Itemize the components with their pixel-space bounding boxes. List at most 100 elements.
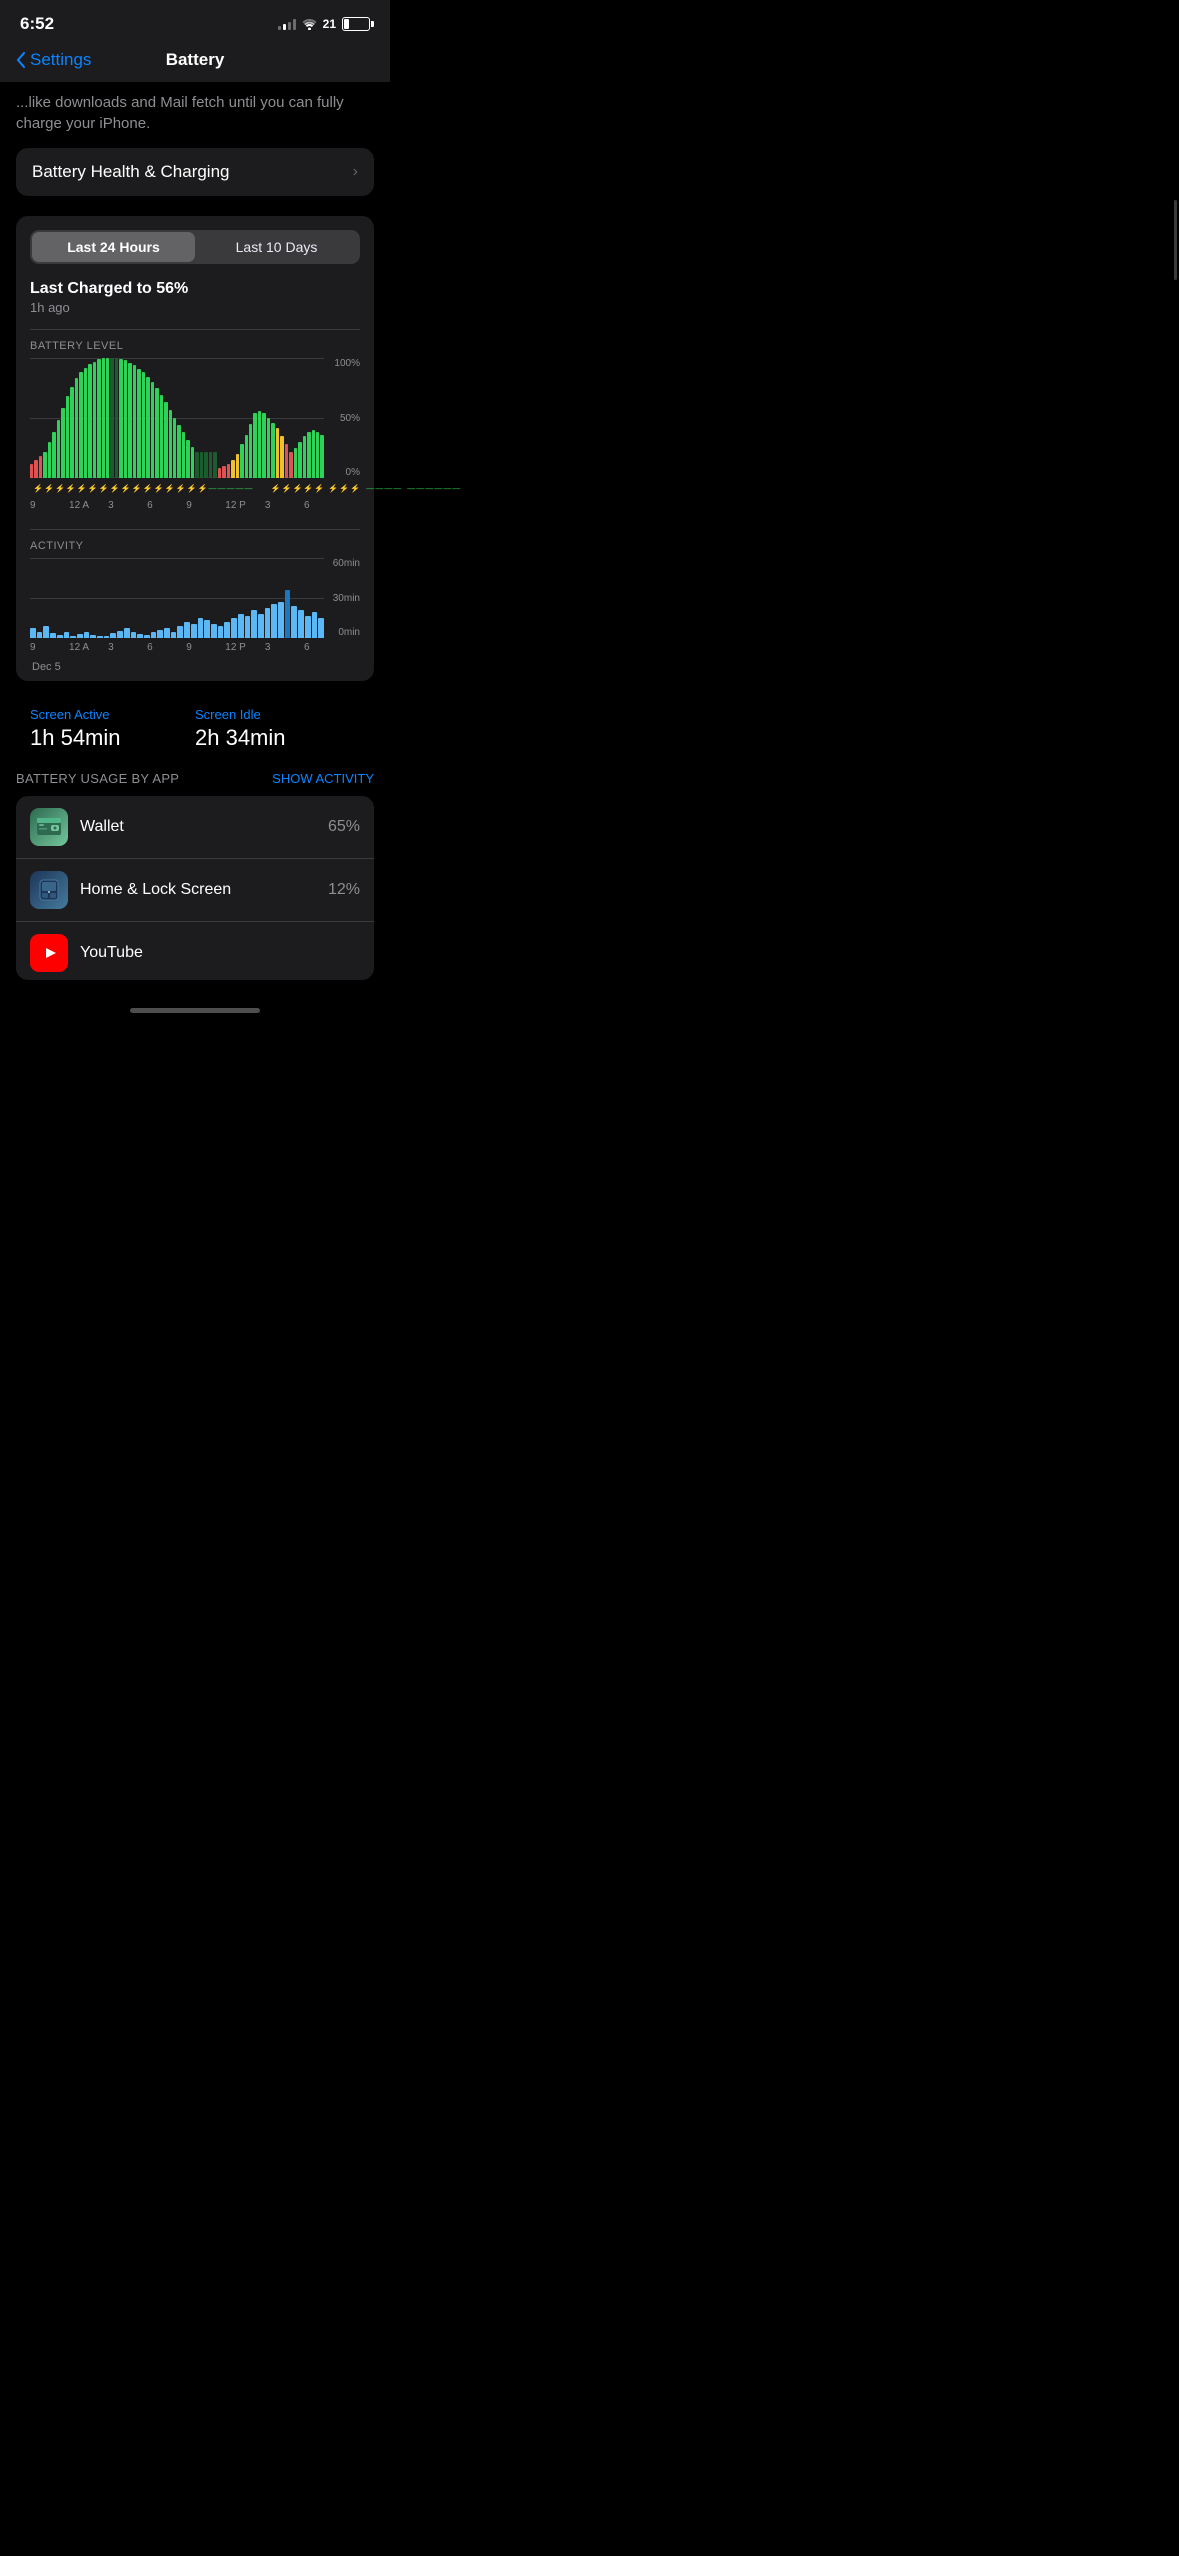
battery-bar	[70, 387, 73, 478]
activity-bar	[251, 610, 257, 638]
battery-bar	[146, 377, 149, 478]
battery-x-axis: 9 12 A 3 6 9 12 P 3 6	[30, 500, 360, 519]
battery-bar	[316, 432, 319, 478]
battery-bar	[182, 432, 185, 478]
activity-bar	[218, 626, 224, 638]
activity-bar	[278, 602, 284, 638]
battery-bar	[267, 418, 270, 478]
activity-bar	[198, 618, 204, 638]
battery-bar	[34, 460, 37, 478]
charging-seg: ⚡	[44, 484, 54, 493]
battery-health-row[interactable]: Battery Health & Charging ›	[16, 148, 374, 196]
charging-seg: —	[416, 484, 424, 493]
battery-bar	[218, 468, 221, 478]
home-indicator	[0, 1000, 390, 1017]
battery-bar	[303, 436, 306, 478]
charging-seg: —	[366, 484, 374, 493]
screen-idle-value: 2h 34min	[195, 725, 360, 751]
homescreen-pct: 12%	[328, 881, 360, 899]
x-label-0: 9	[30, 500, 50, 511]
activity-bar	[43, 626, 49, 638]
homescreen-name: Home & Lock Screen	[80, 881, 316, 899]
activity-bar	[64, 632, 70, 638]
charging-seg: ⚡	[328, 484, 338, 493]
activity-bar	[258, 614, 264, 638]
charging-seg: ⚡	[132, 484, 142, 493]
battery-bar	[222, 466, 225, 478]
battery-bar	[285, 444, 288, 478]
app-row-homescreen[interactable]: Home & Lock Screen 12%	[16, 859, 374, 922]
activity-bar	[318, 618, 324, 638]
battery-bar	[66, 396, 69, 478]
battery-bar	[93, 362, 96, 478]
battery-bar	[231, 460, 234, 478]
activity-bar	[157, 630, 163, 638]
battery-bar	[294, 448, 297, 478]
charging-seg: —	[443, 484, 451, 493]
charging-seg: —	[236, 484, 244, 493]
x-label-1: 12 A	[69, 500, 89, 511]
activity-bar	[57, 635, 63, 638]
battery-text: 21	[323, 17, 336, 31]
tab-last-10-days[interactable]: Last 10 Days	[195, 232, 358, 262]
charging-seg: ⚡	[88, 484, 98, 493]
activity-bar	[104, 636, 110, 638]
activity-bar	[265, 608, 271, 638]
battery-bar	[280, 436, 283, 478]
status-time: 6:52	[20, 14, 54, 34]
activity-bar	[131, 632, 137, 638]
battery-level-label: BATTERY LEVEL	[30, 340, 360, 352]
app-row-youtube[interactable]: YouTube	[16, 922, 374, 980]
activity-bar	[90, 635, 96, 638]
battery-bar	[43, 452, 46, 478]
ax-label-2: 3	[108, 642, 128, 653]
back-button[interactable]: Settings	[16, 50, 91, 70]
activity-bar	[30, 628, 36, 638]
wallet-pct: 65%	[328, 818, 360, 836]
activity-bar	[124, 628, 130, 638]
battery-bar	[276, 428, 279, 478]
charging-seg: ⚡	[187, 484, 197, 493]
activity-bar	[164, 628, 170, 638]
battery-bar	[253, 413, 256, 478]
ax-label-0: 9	[30, 642, 50, 653]
screen-stats: Screen Active 1h 54min Screen Idle 2h 34…	[16, 697, 374, 765]
page-title: Battery	[166, 50, 225, 70]
time-tab-bar: Last 24 Hours Last 10 Days	[30, 230, 360, 264]
activity-bar	[231, 618, 237, 638]
ax-label-4: 9	[186, 642, 206, 653]
usage-section: BATTERY USAGE BY APP SHOW ACTIVITY Walle…	[16, 765, 374, 980]
battery-bar	[164, 402, 167, 478]
ax-label-3: 6	[147, 642, 167, 653]
activity-bar	[238, 614, 244, 638]
charging-seg: —	[218, 484, 226, 493]
x-label-7: 6	[304, 500, 324, 511]
battery-bar	[84, 368, 87, 478]
battery-bar	[119, 359, 122, 478]
battery-fill	[344, 19, 349, 29]
battery-bar	[30, 464, 33, 478]
battery-bar	[106, 358, 109, 478]
activity-bar	[70, 636, 76, 638]
app-row-wallet[interactable]: Wallet 65%	[16, 796, 374, 859]
wallet-icon	[30, 808, 68, 846]
battery-bar	[213, 452, 216, 478]
charging-seg: —	[384, 484, 392, 493]
charging-seg: —	[434, 484, 442, 493]
signal-icon	[278, 18, 296, 30]
battery-bar	[137, 369, 140, 478]
tab-last-24-hours[interactable]: Last 24 Hours	[32, 232, 195, 262]
activity-bar	[171, 632, 177, 638]
activity-bar	[144, 635, 150, 638]
battery-chart-area: 100% 50% 0%	[30, 358, 360, 478]
battery-bar	[133, 365, 136, 478]
battery-bar	[307, 432, 310, 478]
activity-chart: ACTIVITY 60min 30min 0min 9	[30, 540, 360, 681]
activity-label: ACTIVITY	[30, 540, 360, 552]
battery-bar	[39, 456, 42, 478]
show-activity-button[interactable]: SHOW ACTIVITY	[272, 771, 374, 786]
app-list: Wallet 65% Home & Lock Screen 12%	[16, 796, 374, 980]
activity-bar	[312, 612, 318, 638]
battery-bar	[245, 435, 248, 478]
homescreen-icon	[30, 871, 68, 909]
